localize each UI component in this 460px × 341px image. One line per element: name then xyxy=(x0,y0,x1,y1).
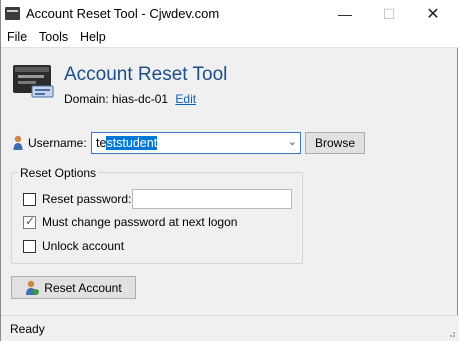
app-window: Account Reset Tool - Cjwdev.com — ☐ ✕ Fi… xyxy=(0,0,459,341)
unlock-account-label[interactable]: Unlock account xyxy=(42,239,124,253)
username-value: teststudent xyxy=(96,136,158,150)
maximize-button[interactable]: ☐ xyxy=(367,0,411,28)
domain-line: Domain: hias-dc-01 Edit xyxy=(64,92,196,106)
user-reset-icon xyxy=(26,280,40,295)
reset-account-button[interactable]: Reset Account xyxy=(11,276,136,299)
domain-label: Domain: xyxy=(64,92,109,106)
must-change-label[interactable]: Must change password at next logon xyxy=(42,215,237,229)
username-combobox[interactable]: teststudent ⌄ xyxy=(91,132,301,154)
checkmark-icon: ✓ xyxy=(25,214,36,228)
domain-value: hias-dc-01 xyxy=(112,92,169,106)
app-icon xyxy=(5,7,20,20)
menu-file[interactable]: File xyxy=(7,30,27,44)
username-label: Username: xyxy=(28,136,87,150)
title-bar[interactable]: Account Reset Tool - Cjwdev.com — ☐ ✕ xyxy=(1,0,459,28)
unlock-account-checkbox[interactable] xyxy=(23,240,36,253)
edit-domain-link[interactable]: Edit xyxy=(175,92,196,106)
user-icon xyxy=(13,135,23,150)
reset-options-legend: Reset Options xyxy=(18,166,99,180)
must-change-checkbox[interactable]: ✓ xyxy=(23,214,36,229)
reset-account-label: Reset Account xyxy=(44,280,122,295)
status-text: Ready xyxy=(10,322,45,336)
resize-grip-icon[interactable] xyxy=(446,328,456,338)
status-bar: Ready xyxy=(1,315,459,341)
page-title: Account Reset Tool xyxy=(64,64,228,85)
window-title: Account Reset Tool - Cjwdev.com xyxy=(26,6,220,21)
menu-help[interactable]: Help xyxy=(80,30,106,44)
reset-password-checkbox[interactable] xyxy=(23,193,36,206)
close-button[interactable]: ✕ xyxy=(411,0,455,28)
minimize-button[interactable]: — xyxy=(323,0,367,28)
chevron-down-icon[interactable]: ⌄ xyxy=(288,135,297,148)
menu-tools[interactable]: Tools xyxy=(39,30,68,44)
menu-bar: File Tools Help xyxy=(1,28,459,48)
server-terminal-icon xyxy=(13,65,54,98)
reset-password-input[interactable] xyxy=(132,189,292,209)
reset-password-label[interactable]: Reset password: xyxy=(42,192,131,206)
browse-button[interactable]: Browse xyxy=(305,132,365,154)
